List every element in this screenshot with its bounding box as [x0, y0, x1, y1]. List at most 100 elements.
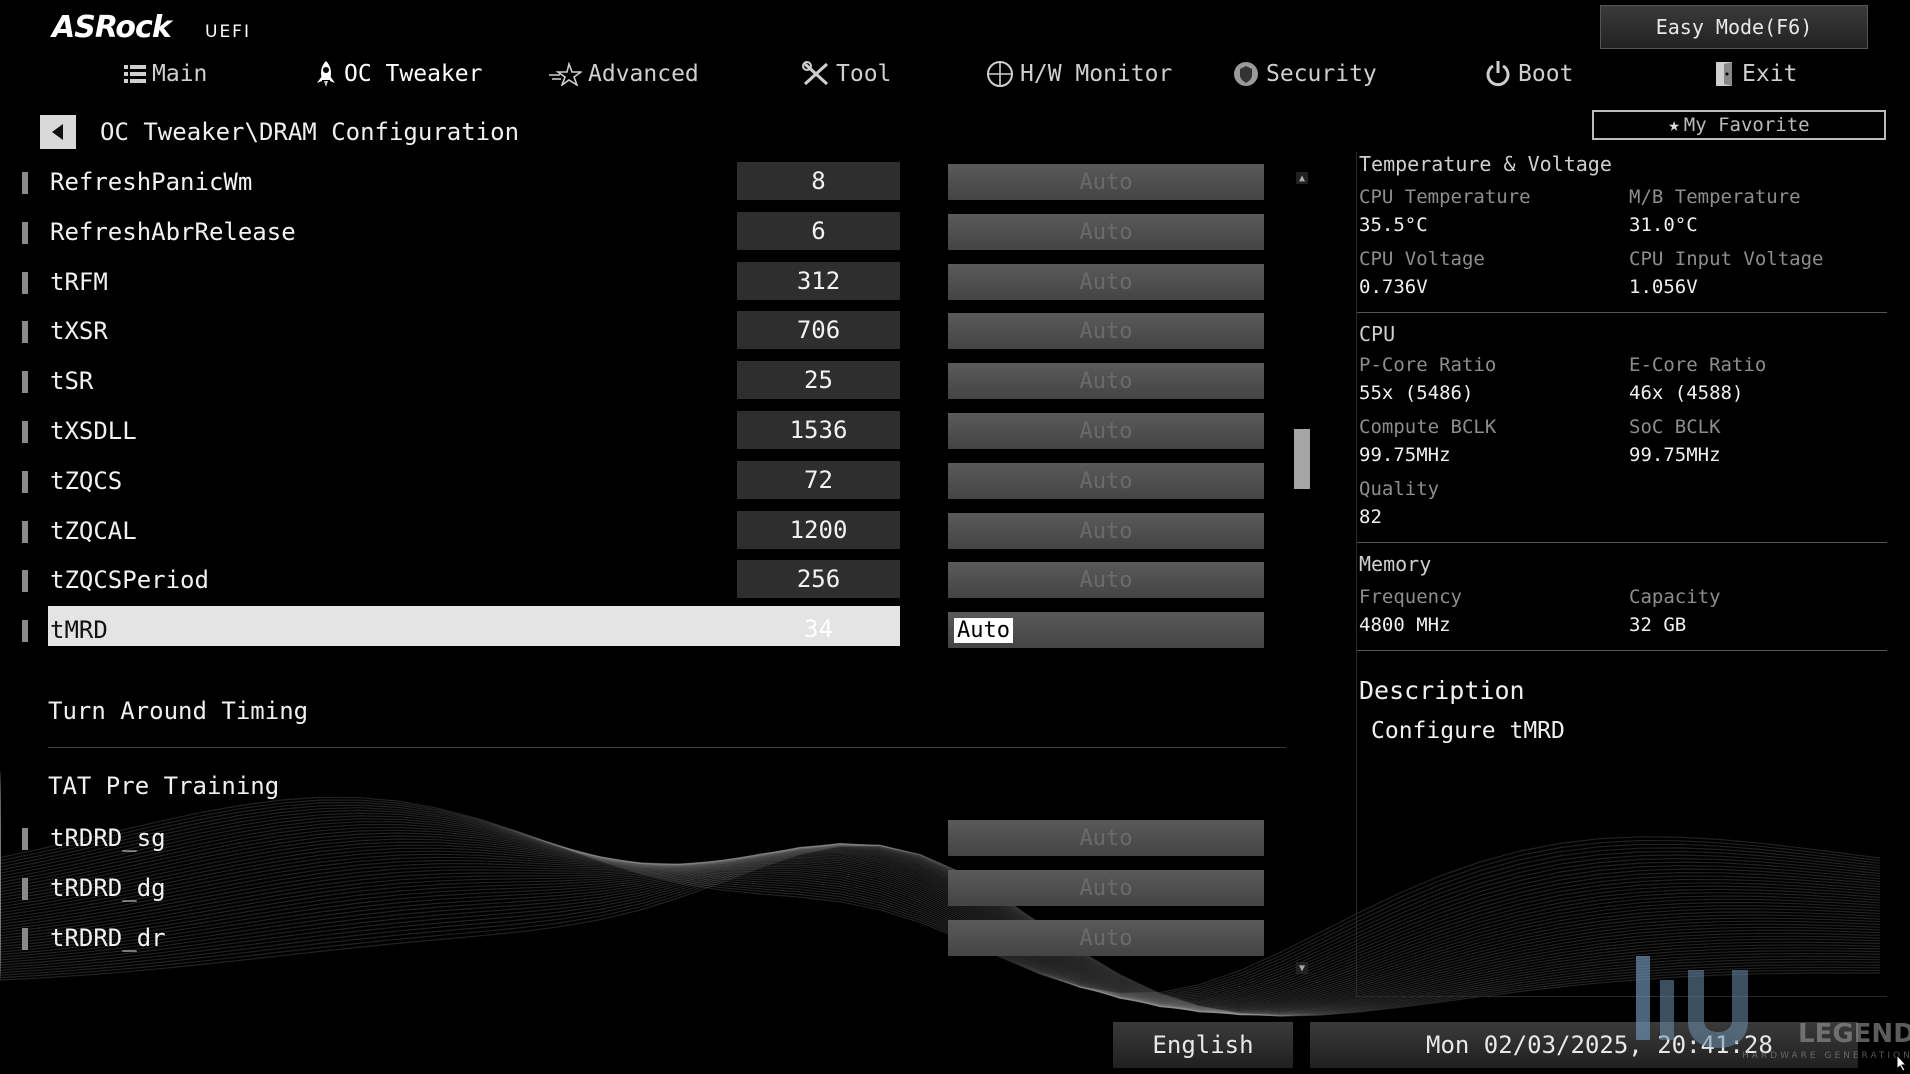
- description-text: Configure tMRD: [1371, 718, 1565, 744]
- setting-option-select[interactable]: Auto: [948, 463, 1264, 499]
- tab-advanced[interactable]: Advanced: [548, 56, 699, 92]
- setting-current-value: 256: [737, 560, 900, 598]
- setting-row-tzqcs[interactable]: tZQCS 72 Auto: [20, 461, 1270, 503]
- setting-row-trfm[interactable]: tRFM 312 Auto: [20, 262, 1270, 304]
- setting-indicator: [22, 521, 28, 543]
- pcore-ratio-label: P-Core Ratio: [1359, 354, 1497, 376]
- list-icon: [124, 64, 146, 84]
- quality-label: Quality: [1359, 478, 1440, 500]
- setting-option-value: Auto: [1079, 925, 1133, 951]
- setting-row-trdrd_dg[interactable]: tRDRD_dg Auto: [20, 868, 1270, 910]
- setting-row-refreshabrrelease[interactable]: RefreshAbrRelease 6 Auto: [20, 212, 1270, 254]
- setting-current-value: 6: [737, 212, 900, 250]
- tab-exit[interactable]: Exit: [1714, 56, 1797, 92]
- exit-icon: [1714, 60, 1736, 88]
- setting-indicator: [22, 828, 28, 850]
- setting-option-value: Auto: [1079, 468, 1133, 494]
- section-divider: [48, 747, 1286, 748]
- setting-indicator: [22, 471, 28, 493]
- setting-option-select[interactable]: Auto: [948, 363, 1264, 399]
- setting-name: tZQCS: [50, 467, 123, 495]
- setting-option-value: Auto: [1079, 418, 1133, 444]
- capacity-value: 32 GB: [1629, 614, 1687, 636]
- setting-current-value: 1536: [737, 411, 900, 449]
- setting-indicator: [22, 928, 28, 950]
- tab-advanced-label: Advanced: [588, 61, 699, 87]
- scroll-up-icon[interactable]: ▲: [1296, 172, 1308, 184]
- setting-option-select[interactable]: Auto: [948, 562, 1264, 598]
- shield-icon: [1232, 60, 1260, 88]
- back-button[interactable]: [40, 115, 76, 149]
- setting-option-select[interactable]: Auto: [948, 164, 1264, 200]
- mb-temp-value: 31.0°C: [1629, 214, 1698, 236]
- setting-row-tzqcal[interactable]: tZQCAL 1200 Auto: [20, 511, 1270, 553]
- star-icon: [548, 62, 582, 86]
- section-tat-pre-training: TAT Pre Training: [48, 772, 280, 800]
- setting-row-trdrd_dr[interactable]: tRDRD_dr Auto: [20, 918, 1270, 960]
- setting-row-tzqcsperiod[interactable]: tZQCSPeriod 256 Auto: [20, 560, 1270, 602]
- setting-option-select[interactable]: Auto: [948, 820, 1264, 856]
- tab-hw-monitor[interactable]: H/W Monitor: [986, 56, 1172, 92]
- arrow-left-icon: [52, 124, 63, 140]
- setting-name: tRFM: [50, 268, 108, 296]
- tab-tool[interactable]: Tool: [802, 56, 891, 92]
- temp-voltage-title: Temperature & Voltage: [1359, 152, 1612, 176]
- capacity-label: Capacity: [1629, 586, 1721, 608]
- setting-option-select[interactable]: Auto: [948, 920, 1264, 956]
- scrollbar-thumb[interactable]: [1294, 429, 1310, 489]
- frequency-label: Frequency: [1359, 586, 1462, 608]
- setting-current-value: 25: [737, 361, 900, 399]
- tools-icon: [802, 61, 830, 87]
- setting-name: tZQCAL: [50, 517, 137, 545]
- tab-boot-label: Boot: [1518, 61, 1574, 87]
- tab-main[interactable]: Main: [124, 56, 207, 92]
- tab-security[interactable]: Security: [1232, 56, 1377, 92]
- cpu-title: CPU: [1359, 322, 1396, 346]
- setting-row-refreshpanicwm[interactable]: RefreshPanicWm 8 Auto: [20, 162, 1270, 204]
- setting-row-txsdll[interactable]: tXSDLL 1536 Auto: [20, 411, 1270, 453]
- setting-current-value: 72: [737, 461, 900, 499]
- my-favorite-button[interactable]: ★ My Favorite: [1592, 110, 1886, 140]
- watermark-text: LEGEND: [1798, 1019, 1910, 1049]
- tab-oc-tweaker[interactable]: OC Tweaker: [314, 56, 482, 92]
- setting-row-tmrd[interactable]: tMRD 34 Auto: [20, 606, 1270, 652]
- setting-name: tRDRD_dr: [50, 924, 166, 952]
- tab-security-label: Security: [1266, 61, 1377, 87]
- cpu-voltage-value: 0.736V: [1359, 276, 1428, 298]
- tab-main-label: Main: [152, 61, 208, 87]
- panel-divider: [1357, 542, 1887, 543]
- setting-option-value: Auto: [1079, 875, 1133, 901]
- setting-option-value: Auto: [1079, 518, 1133, 544]
- setting-option-select[interactable]: Auto: [948, 870, 1264, 906]
- scroll-down-icon[interactable]: ▼: [1296, 962, 1308, 974]
- setting-name: tZQCSPeriod: [50, 566, 209, 594]
- tab-boot[interactable]: Boot: [1484, 56, 1573, 92]
- language-button[interactable]: English: [1113, 1022, 1293, 1068]
- scrollbar[interactable]: ▲ ▼: [1294, 170, 1310, 980]
- soc-bclk-label: SoC BCLK: [1629, 416, 1721, 438]
- setting-option-value: Auto: [1079, 219, 1133, 245]
- setting-indicator: [22, 371, 28, 393]
- setting-option-select[interactable]: Auto: [948, 214, 1264, 250]
- setting-option-select[interactable]: Auto: [948, 264, 1264, 300]
- tab-hw-monitor-label: H/W Monitor: [1020, 61, 1173, 87]
- setting-option-value: Auto: [954, 617, 1013, 643]
- easy-mode-button[interactable]: Easy Mode(F6): [1600, 5, 1868, 49]
- setting-row-trdrd_sg[interactable]: tRDRD_sg Auto: [20, 818, 1270, 860]
- setting-indicator: [22, 172, 28, 194]
- mb-temp-label: M/B Temperature: [1629, 186, 1801, 208]
- asrock-logo: ASRock: [52, 10, 172, 45]
- setting-option-select[interactable]: Auto: [948, 413, 1264, 449]
- setting-row-tsr[interactable]: tSR 25 Auto: [20, 361, 1270, 403]
- hardware-monitor-panel: Temperature & Voltage CPU Temperature 35…: [1356, 152, 1889, 998]
- setting-option-select[interactable]: Auto: [948, 313, 1264, 349]
- setting-option-select[interactable]: Auto: [948, 513, 1264, 549]
- setting-name: tMRD: [50, 616, 108, 644]
- setting-name: RefreshPanicWm: [50, 168, 253, 196]
- setting-row-txsr[interactable]: tXSR 706 Auto: [20, 311, 1270, 353]
- setting-option-select[interactable]: Auto: [948, 612, 1264, 648]
- setting-name: tSR: [50, 367, 94, 395]
- compute-bclk-label: Compute BCLK: [1359, 416, 1497, 438]
- uefi-label: UEFI: [205, 22, 251, 42]
- quality-value: 82: [1359, 506, 1382, 528]
